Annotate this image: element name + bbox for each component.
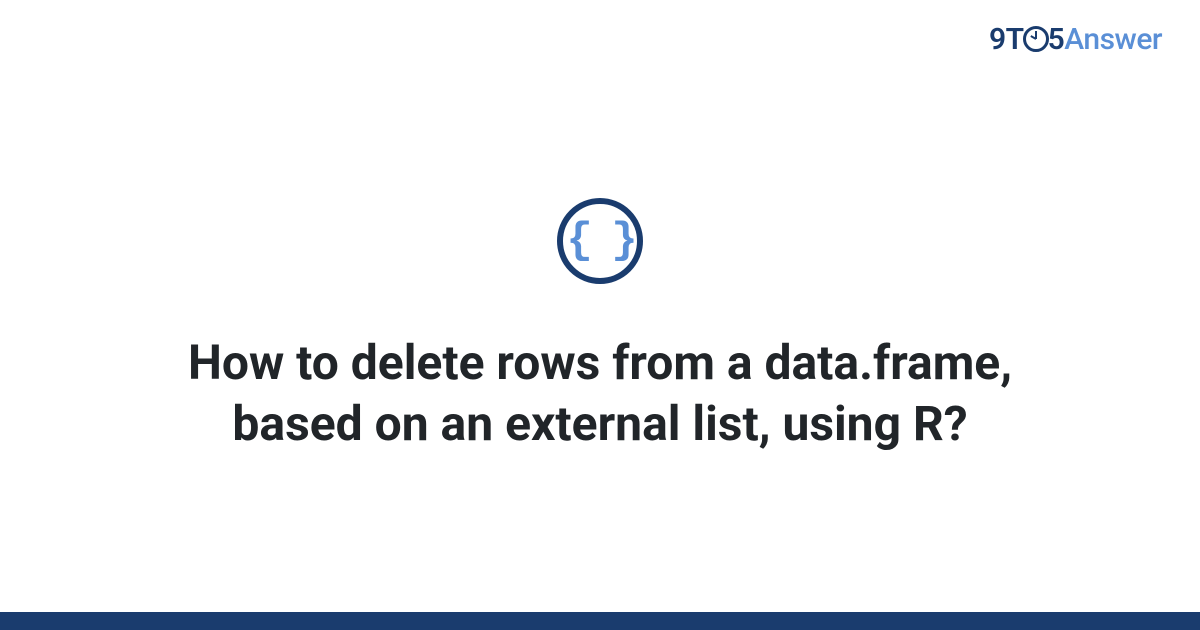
code-braces-icon: { } [566,219,633,263]
category-badge: { } [557,198,643,284]
main-content: { } How to delete rows from a data.frame… [0,0,1200,612]
footer-bar [0,612,1200,630]
question-title: How to delete rows from a data.frame, ba… [120,332,1080,455]
